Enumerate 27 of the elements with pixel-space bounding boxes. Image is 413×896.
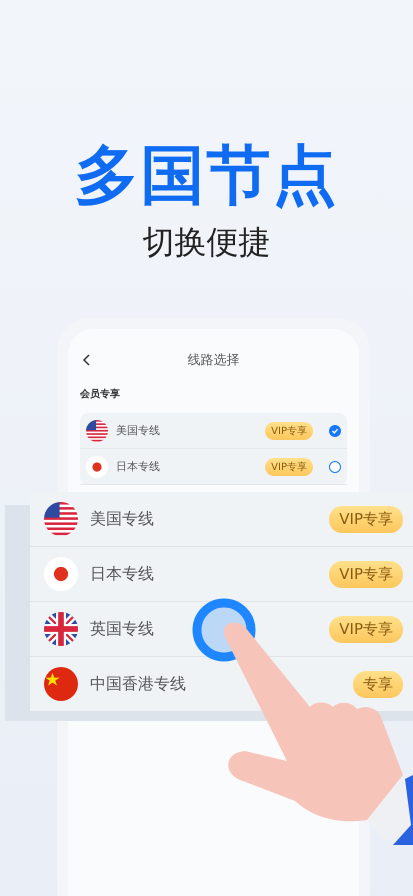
route-item[interactable]: 日本专线 VIP专享: [80, 449, 347, 485]
section-label: 会员专享: [80, 387, 121, 401]
flag-icon: [44, 502, 78, 536]
flag-icon: [86, 420, 108, 442]
check-icon: [331, 426, 339, 434]
route-name: 日本专线: [116, 459, 161, 474]
vip-badge: 专享: [353, 670, 403, 698]
vip-badge: VIP专享: [265, 458, 313, 476]
route-name: 美国专线: [90, 508, 155, 530]
radio-button[interactable]: [329, 424, 341, 436]
route-name: 日本专线: [90, 564, 155, 584]
subheadline: 切换便捷: [142, 222, 270, 262]
route-name: 英国专线: [90, 618, 155, 640]
vip-badge: VIP专享: [265, 422, 313, 440]
vip-badge: VIP专享: [329, 506, 403, 532]
flag-icon: [44, 667, 78, 701]
flag-icon: [44, 612, 78, 646]
headline: 多国节点: [74, 138, 338, 214]
flag-icon: [44, 557, 78, 591]
route-item[interactable]: 美国专线 VIP专享: [80, 413, 347, 449]
route-name: 美国专线: [116, 423, 161, 438]
flag-icon: [86, 456, 108, 478]
vip-badge: VIP专享: [329, 616, 403, 642]
vip-badge: VIP专享: [329, 560, 403, 588]
route-name: 中国香港专线: [90, 674, 187, 694]
screen-title: 线路选择: [186, 352, 240, 369]
radio-button[interactable]: [329, 460, 341, 472]
